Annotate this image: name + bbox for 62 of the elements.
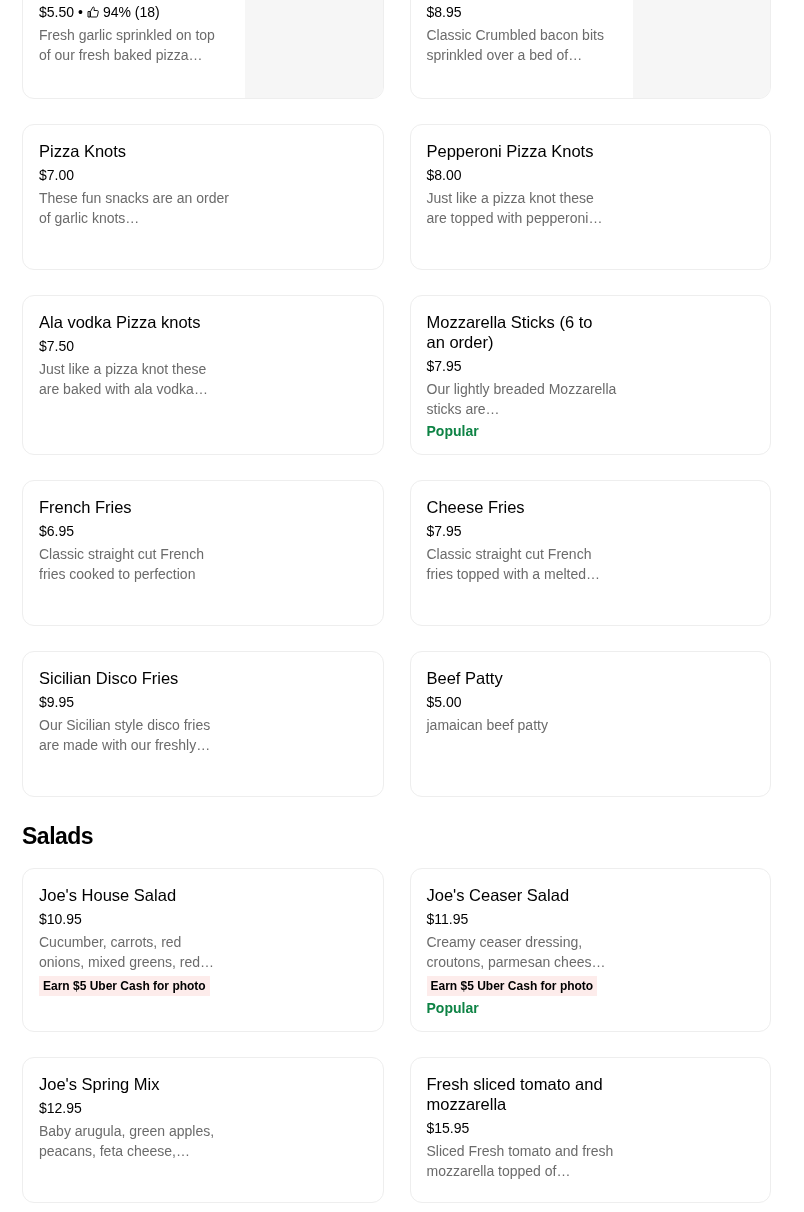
item-price: $7.95	[426, 522, 462, 540]
item-price: $15.95	[426, 1119, 470, 1137]
item-name: Fresh sliced tomato and mozzarella	[426, 1074, 604, 1114]
item-description: Baby arugula, green apples, peacans, feta cheese,…	[39, 1122, 216, 1161]
menu-item-card[interactable]: Sicilian Disco Fries $9.95 Our Sicilian style disco fries are made with our freshly…	[22, 651, 384, 797]
item-description: Classic straight cut French fries cooked to perfection	[39, 545, 205, 584]
item-name: Beef Patty	[426, 668, 504, 688]
item-description: Our lightly breaded Mozzarella sticks are…	[426, 380, 617, 419]
item-price: $12.95	[39, 1099, 82, 1117]
item-description: Just like a pizza knot these are baked with ala vodka…	[39, 360, 209, 399]
item-description: Our Sicilian style disco fries are made with our freshly…	[39, 716, 212, 755]
menu-item-card[interactable]: Joe's House Salad $10.95 Cucumber, carrots, red onions, mixed greens, red… Earn $5 Uber Cash for photo	[22, 868, 384, 1032]
item-rating: 94% (18)	[102, 3, 160, 21]
item-price: $6.95	[39, 522, 75, 540]
item-price: $7.50	[39, 337, 75, 355]
promo-badge: Earn $5 Uber Cash for photo	[39, 976, 210, 996]
item-description: Creamy ceaser dressing, croutons, parmesan chees…	[426, 933, 607, 972]
item-price: $5.50	[39, 3, 75, 21]
item-name: Joe's House Salad	[39, 885, 178, 905]
item-price: $7.00	[39, 166, 75, 184]
item-description: Fresh garlic sprinkled on top of our fresh baked pizza…	[39, 26, 216, 65]
item-name: Mozzarella Sticks (6 to an order)	[426, 312, 594, 352]
item-description: Sliced Fresh tomato and fresh mozzarella topped of…	[426, 1142, 615, 1181]
thumbs-up-icon	[86, 6, 99, 18]
menu-item-card[interactable]: $5.50 • 94% (18) Fresh garlic sprinkled on top of our fresh baked pizza…	[22, 0, 384, 99]
section-heading: Salads	[22, 823, 95, 850]
menu-item-card[interactable]: Joe's Spring Mix $12.95 Baby arugula, green apples, peacans, feta cheese,…	[22, 1057, 384, 1203]
promo-badge: Earn $5 Uber Cash for photo	[426, 976, 598, 996]
menu-item-card[interactable]: Mozzarella Sticks (6 to an order) $7.95 Our lightly breaded Mozzarella sticks are… Popular	[409, 295, 771, 455]
item-price: $10.95	[39, 910, 82, 928]
popular-tag: Popular	[426, 999, 479, 1017]
item-description: Classic Crumbled bacon bits sprinkled over a bed of…	[426, 26, 605, 65]
item-price: $9.95	[39, 693, 75, 711]
item-price: $5.00	[426, 693, 462, 711]
popular-tag: Popular	[426, 422, 479, 440]
item-description: These fun snacks are an order of garlic knots…	[39, 189, 229, 228]
menu-item-card[interactable]: Joe's Ceaser Salad $11.95 Creamy ceaser dressing, croutons, parmesan chees… Earn $5 Uber Cash for photo Popular	[409, 868, 771, 1032]
menu-item-card[interactable]: Fresh sliced tomato and mozzarella $15.95 Sliced Fresh tomato and fresh mozzarella topped of…	[409, 1057, 771, 1203]
item-price: $11.95	[426, 910, 469, 928]
item-name: Ala vodka Pizza knots	[39, 312, 202, 332]
item-name: Pizza Knots	[39, 141, 128, 161]
item-price: $8.00	[426, 166, 462, 184]
menu-item-card[interactable]: Ala vodka Pizza knots $7.50 Just like a pizza knot these are baked with ala vodka…	[22, 295, 384, 455]
menu-item-card[interactable]: French Fries $6.95 Classic straight cut French fries cooked to perfection	[22, 480, 384, 626]
item-name: Joe's Ceaser Salad	[426, 885, 571, 905]
item-name: Cheese Fries	[426, 497, 526, 517]
item-description: Cucumber, carrots, red onions, mixed greens, red…	[39, 933, 216, 972]
item-description: jamaican beef patty	[426, 716, 549, 735]
item-price: $7.95	[426, 357, 462, 375]
menu-item-card[interactable]: Pizza Knots $7.00 These fun snacks are an order of garlic knots…	[22, 124, 384, 270]
menu-item-card[interactable]: Beef Patty $5.00 jamaican beef patty	[409, 651, 771, 797]
separator: •	[78, 3, 83, 21]
menu-item-card[interactable]: $8.95 Classic Crumbled bacon bits sprinkled over a bed of…	[409, 0, 771, 99]
item-name: French Fries	[39, 497, 133, 517]
item-description: Classic straight cut French fries topped with a melted…	[426, 545, 602, 584]
menu-item-card[interactable]: Cheese Fries $7.95 Classic straight cut French fries topped with a melted…	[409, 480, 771, 626]
item-name: Pepperoni Pizza Knots	[426, 141, 595, 161]
item-name: Joe's Spring Mix	[39, 1074, 161, 1094]
menu-item-card[interactable]: Pepperoni Pizza Knots $8.00 Just like a pizza knot these are topped with pepperoni…	[409, 124, 771, 270]
item-description: Just like a pizza knot these are topped with pepperoni…	[426, 189, 604, 228]
item-name: Sicilian Disco Fries	[39, 668, 180, 688]
item-price: $8.95	[426, 3, 462, 21]
